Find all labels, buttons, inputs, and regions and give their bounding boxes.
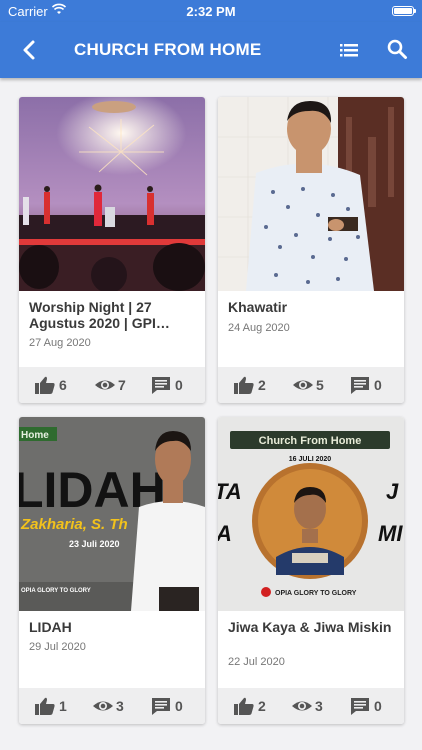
thumb-name: Zakharia, S. Th (20, 516, 128, 533)
video-thumbnail: Home LIDAH Zakharia, S. Th 23 Juli 2020 … (19, 417, 205, 611)
thumb-date: 23 Juli 2020 (69, 539, 120, 549)
video-thumbnail (19, 97, 205, 291)
eye-icon (292, 701, 312, 711)
list-icon[interactable] (337, 38, 361, 62)
video-stats: 2 3 0 (218, 688, 404, 724)
eye-icon (95, 380, 115, 390)
page-title: CHURCH FROM HOME (74, 40, 262, 59)
thumb-up-icon (35, 376, 55, 394)
comment-icon (351, 377, 369, 394)
video-title: LIDAH (29, 619, 72, 635)
video-date: 29 Jul 2020 (29, 641, 86, 653)
app-bar: CHURCH FROM HOME (0, 22, 422, 78)
thumb-right-text: MI (378, 521, 403, 546)
thumb-right-text: J (386, 479, 399, 504)
thumb-date: 16 JULI 2020 (289, 456, 332, 463)
video-thumbnail (218, 97, 404, 291)
video-title: Worship Night | 27 Agustus 2020 | GPI… (29, 299, 170, 331)
view-count-value: 3 (315, 698, 323, 714)
thumb-left-text: A (218, 521, 232, 546)
like-count-value: 1 (59, 698, 67, 714)
thumb-up-icon (234, 697, 254, 715)
video-date: 24 Aug 2020 (228, 322, 290, 334)
view-count-value: 3 (116, 698, 124, 714)
comment-count-value: 0 (374, 377, 382, 393)
comment-count-value: 0 (175, 377, 183, 393)
video-date: 22 Jul 2020 (228, 656, 285, 668)
video-thumbnail: Church From Home 16 JULI 2020 TA A J MI … (218, 417, 404, 611)
like-count-value: 6 (59, 377, 67, 393)
thumb-up-icon (234, 376, 254, 394)
view-count-value: 7 (118, 377, 126, 393)
eye-icon (293, 380, 313, 390)
video-stats: 2 5 0 (218, 367, 404, 403)
video-card[interactable]: Home LIDAH Zakharia, S. Th 23 Juli 2020 … (19, 417, 205, 724)
video-card[interactable]: Church From Home 16 JULI 2020 TA A J MI … (218, 417, 404, 724)
video-stats: 1 3 0 (19, 688, 205, 724)
back-arrow-icon[interactable] (18, 38, 42, 62)
status-bar: Carrier 2:32 PM (0, 0, 422, 22)
status-time: 2:32 PM (186, 4, 236, 19)
thumb-up-icon (35, 697, 55, 715)
comment-icon (152, 377, 170, 394)
comment-count-value: 0 (374, 698, 382, 714)
comment-icon (152, 698, 170, 715)
video-stats: 6 7 0 (19, 367, 205, 403)
video-title: Jiwa Kaya & Jiwa Miskin (228, 619, 392, 635)
thumb-footer: OPIA GLORY TO GLORY (275, 590, 357, 597)
comment-count-value: 0 (175, 698, 183, 714)
thumb-left-text: TA (218, 479, 242, 504)
battery-icon (392, 6, 416, 16)
view-count-value: 5 (316, 377, 324, 393)
search-icon[interactable] (385, 37, 409, 61)
thumb-banner: Church From Home (259, 435, 362, 447)
comment-icon (351, 698, 369, 715)
thumb-tag: Home (21, 430, 49, 441)
video-card[interactable]: Khawatir 24 Aug 2020 2 5 0 (218, 97, 404, 403)
video-date: 27 Aug 2020 (29, 337, 91, 349)
like-count-value: 2 (258, 377, 266, 393)
video-title: Khawatir (228, 299, 288, 315)
video-card[interactable]: Worship Night | 27 Agustus 2020 | GPI… 2… (19, 97, 205, 403)
eye-icon (93, 701, 113, 711)
like-count-value: 2 (258, 698, 266, 714)
thumb-footer: OPIA GLORY TO GLORY (21, 588, 91, 594)
